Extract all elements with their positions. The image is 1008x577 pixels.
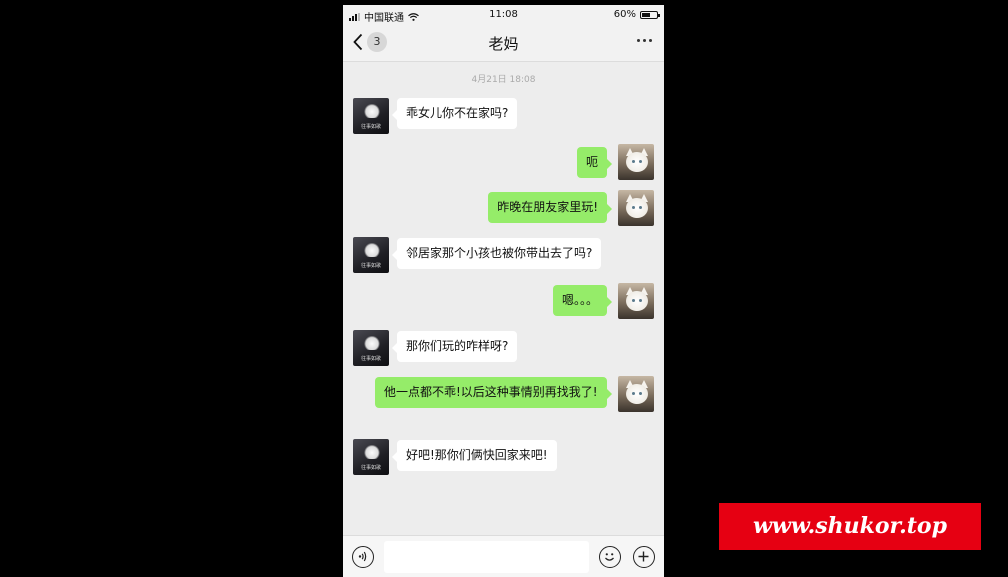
received-message-bubble[interactable]: 那你们玩的咋样呀? — [391, 331, 518, 362]
my-avatar[interactable] — [618, 190, 654, 226]
received-message-bubble[interactable]: 乖女儿你不在家吗? — [391, 98, 518, 129]
emoji-button[interactable] — [599, 546, 621, 568]
flower-image — [364, 104, 380, 118]
flower-image — [364, 336, 380, 350]
battery-percent: 60% — [613, 9, 636, 20]
message-input[interactable] — [384, 541, 589, 573]
plus-icon — [638, 551, 649, 562]
status-bar: 中国联通 11:08 60% — [343, 5, 664, 25]
plus-button[interactable] — [633, 546, 655, 568]
message-timestamp: 4月21日 18:08 — [471, 75, 536, 85]
avatar-caption: 往事如歌 — [360, 124, 381, 130]
input-bar — [343, 535, 664, 577]
sent-message-bubble[interactable]: 他一点都不乖!以后这种事情别再找我了! — [375, 377, 612, 408]
my-avatar[interactable] — [618, 144, 654, 180]
flower-image — [364, 445, 380, 459]
phone-screen: 中国联通 11:08 60% 3 老妈 4月21日 18:08 往事如歌 乖女儿… — [343, 5, 664, 577]
emoji-icon — [605, 553, 614, 561]
more-dots-icon — [637, 39, 640, 42]
avatar-caption: 往事如歌 — [360, 465, 381, 471]
avatar-caption: 往事如歌 — [360, 263, 381, 269]
voice-button[interactable] — [352, 546, 374, 568]
received-message-bubble[interactable]: 好吧!那你们俩快回家来吧! — [392, 440, 557, 471]
voice-icon — [358, 551, 367, 562]
watermark-banner: www.shukor.top — [719, 503, 981, 550]
chat-title: 老妈 — [488, 35, 519, 53]
status-right: 60% — [613, 9, 660, 20]
avatar-caption: 往事如歌 — [360, 356, 381, 362]
sent-message-bubble[interactable]: 嗯。。。 — [552, 285, 613, 316]
contact-avatar[interactable]: 往事如歌 — [353, 237, 389, 273]
contact-avatar[interactable]: 往事如歌 — [353, 98, 389, 134]
more-options-button[interactable] — [637, 39, 652, 42]
contact-avatar[interactable]: 往事如歌 — [353, 330, 389, 366]
battery-icon — [640, 10, 660, 19]
contact-avatar[interactable]: 往事如歌 — [353, 439, 389, 475]
chat-header: 3 老妈 — [343, 25, 664, 62]
received-message-bubble[interactable]: 邻居家那个小孩也被你带出去了吗? — [391, 238, 602, 269]
flower-image — [364, 243, 380, 257]
my-avatar[interactable] — [618, 283, 654, 319]
sent-message-bubble[interactable]: 呃 — [576, 147, 613, 178]
my-avatar[interactable] — [618, 376, 654, 412]
sent-message-bubble[interactable]: 昨晚在朋友家里玩! — [488, 192, 612, 223]
